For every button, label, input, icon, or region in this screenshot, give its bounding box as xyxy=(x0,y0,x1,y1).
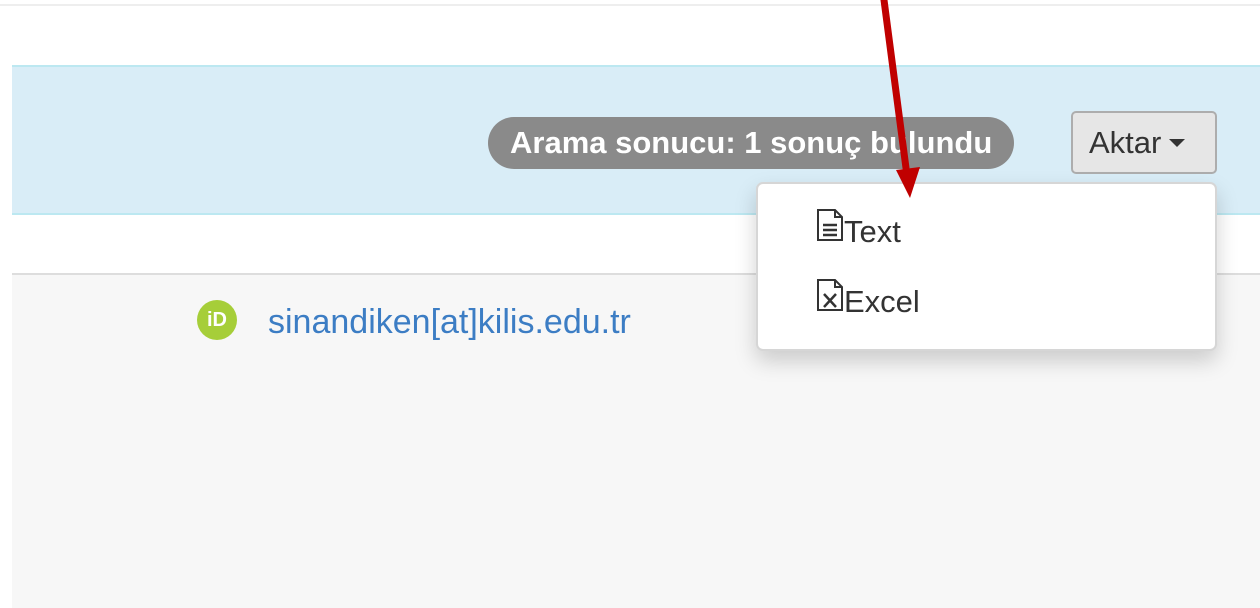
search-result-badge: Arama sonucu: 1 sonuç bulundu xyxy=(488,117,1015,169)
caret-down-icon xyxy=(1169,138,1186,147)
text-file-icon xyxy=(816,208,844,253)
page: Arama sonucu: 1 sonuç bulundu Aktar iD s… xyxy=(0,0,1260,608)
export-button[interactable]: Aktar xyxy=(1071,111,1217,174)
export-menu-item-excel[interactable]: Excel xyxy=(816,278,920,324)
export-menu-item-text[interactable]: Text xyxy=(816,208,901,254)
export-menu-item-text-label: Text xyxy=(844,214,901,249)
export-button-label: Aktar xyxy=(1089,125,1162,160)
export-dropdown-menu: Text Excel xyxy=(756,182,1217,351)
orcid-icon[interactable]: iD xyxy=(197,300,237,340)
email-link[interactable]: sinandiken[at]kilis.edu.tr xyxy=(268,300,631,344)
top-divider xyxy=(0,4,1260,6)
export-menu-item-excel-label: Excel xyxy=(844,284,920,319)
excel-file-icon xyxy=(816,278,844,323)
